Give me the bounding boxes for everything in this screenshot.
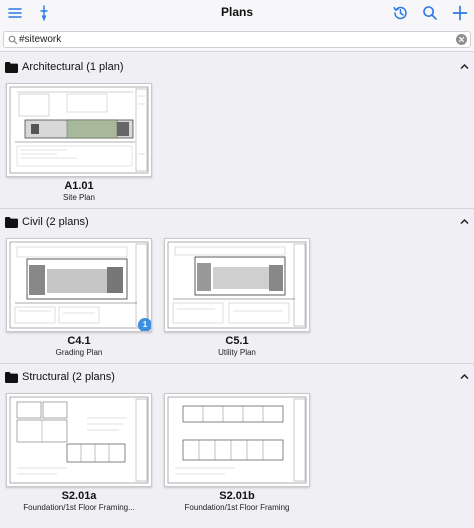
search-input[interactable]	[19, 32, 439, 47]
plan-thumbnail	[164, 238, 310, 332]
chevron-up-icon[interactable]	[460, 63, 469, 70]
section-header-civil[interactable]: Civil (2 plans)	[0, 214, 474, 232]
plan-number: C5.1	[225, 335, 249, 347]
plan-number: S2.01b	[219, 490, 255, 502]
section-title: Structural (2 plans)	[22, 371, 115, 383]
plan-name: Utility Plan	[218, 348, 256, 357]
folder-icon	[5, 62, 18, 73]
search-icon[interactable]	[421, 4, 439, 22]
plan-thumbnail	[6, 393, 152, 487]
plan-name: Grading Plan	[55, 348, 103, 357]
plan-card-c5-1[interactable]: C5.1 Utility Plan	[164, 238, 310, 357]
section-header-structural[interactable]: Structural (2 plans)	[0, 369, 474, 387]
clear-search-icon[interactable]	[456, 34, 467, 45]
folder-icon	[5, 372, 18, 383]
plan-card-c4-1[interactable]: 1 C4.1 Grading Plan	[6, 238, 152, 357]
search-field[interactable]	[3, 31, 471, 48]
section-header-architectural[interactable]: Architectural (1 plan)	[0, 59, 474, 77]
top-navigation-bar: Plans	[0, 0, 474, 28]
plan-number: S2.01a	[61, 490, 97, 502]
plan-number: A1.01	[64, 180, 94, 192]
history-icon[interactable]	[391, 4, 409, 22]
plan-card-a1-01[interactable]: A1.01 Site Plan	[6, 83, 152, 202]
section-title: Architectural (1 plan)	[22, 61, 124, 73]
plan-number: C4.1	[67, 335, 91, 347]
plan-name: Foundation/1st Floor Framing...	[23, 503, 135, 512]
section-title: Civil (2 plans)	[22, 216, 89, 228]
plus-icon[interactable]	[451, 4, 469, 22]
plan-name: Foundation/1st Floor Framing	[184, 503, 290, 512]
plan-thumbnail	[6, 83, 152, 177]
folder-icon	[5, 217, 18, 228]
markup-count-badge: 1	[138, 318, 151, 331]
plan-thumbnail	[164, 393, 310, 487]
plan-name: Site Plan	[62, 193, 96, 202]
section-divider	[0, 208, 474, 209]
search-field-icon	[8, 35, 18, 45]
plan-card-s2-01a[interactable]: S2.01a Foundation/1st Floor Framing...	[6, 393, 152, 512]
plan-thumbnail: 1	[6, 238, 152, 332]
search-bar	[0, 28, 474, 52]
chevron-up-icon[interactable]	[460, 218, 469, 225]
plan-card-s2-01b[interactable]: S2.01b Foundation/1st Floor Framing	[164, 393, 310, 512]
section-divider	[0, 363, 474, 364]
chevron-up-icon[interactable]	[460, 373, 469, 380]
